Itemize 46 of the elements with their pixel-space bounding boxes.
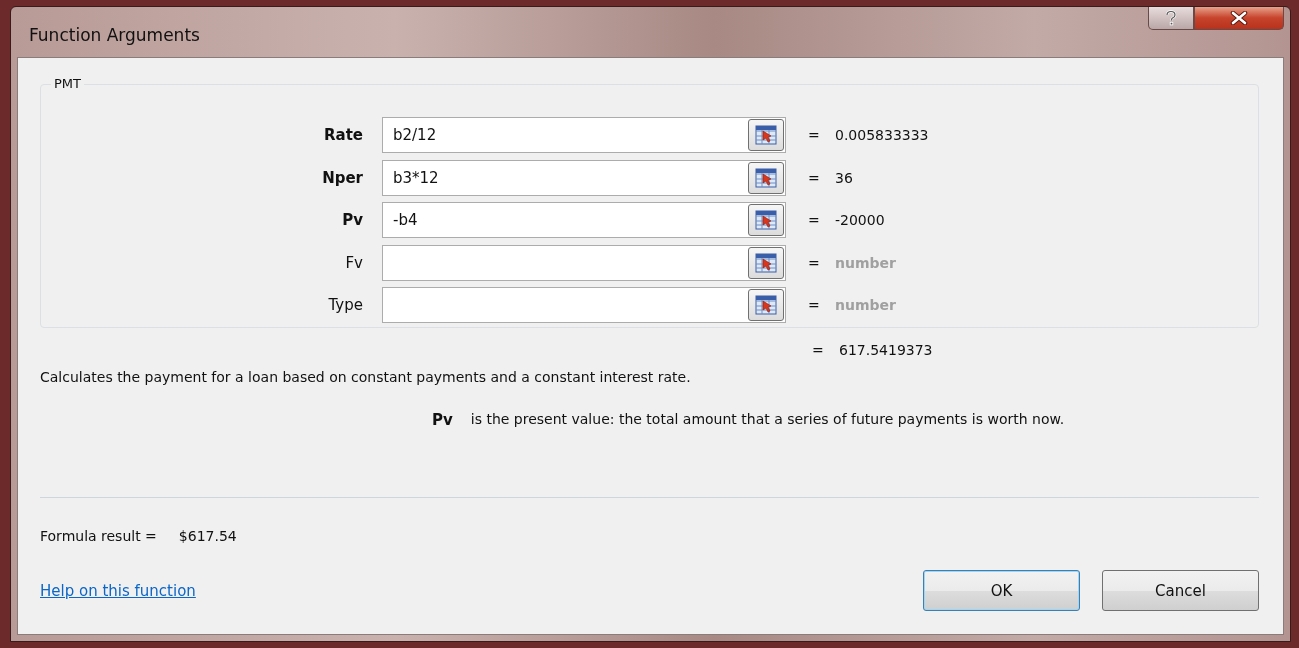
argument-name: Pv (432, 411, 453, 429)
argument-result: -20000 (835, 212, 885, 228)
collapse-button[interactable] (748, 246, 784, 279)
argument-field[interactable] (382, 244, 786, 281)
range-select-icon (755, 252, 777, 273)
help-link[interactable]: Help on this function (40, 581, 196, 600)
argument-field[interactable] (382, 287, 786, 323)
equals-sign: = (808, 297, 821, 313)
argument-label: Type (327, 296, 364, 314)
close-icon (1230, 11, 1248, 25)
help-icon (1164, 10, 1178, 26)
range-select-icon (755, 295, 777, 315)
argument-label: Pv (341, 211, 364, 229)
equals-sign: = (808, 212, 821, 228)
argument-field[interactable]: b2/12 (382, 117, 786, 153)
equals-sign: = (808, 254, 821, 271)
argument-result: number (835, 297, 896, 313)
formula-result-label: Formula result = (40, 528, 157, 544)
function-description: Calculates the payment for a loan based on constant payments and a constant interest rate. (40, 369, 692, 385)
argument-field[interactable]: -b4 (382, 202, 786, 238)
argument-label: Fv (344, 253, 364, 272)
argument-description: is the present value: the total amount that a series of future payments is worth now. (470, 411, 1065, 429)
collapse-button[interactable] (748, 119, 784, 151)
collapse-button[interactable] (748, 161, 784, 194)
argument-result: 0.005833333 (835, 127, 929, 143)
result-value: 617.5419373 (839, 342, 933, 360)
close-button[interactable] (1194, 7, 1284, 30)
group-title: PMT (51, 76, 84, 91)
help-button[interactable] (1148, 7, 1194, 30)
argument-field[interactable]: b3*12 (382, 159, 786, 196)
collapse-button[interactable] (748, 289, 784, 321)
equals-sign: = (808, 127, 821, 143)
range-select-icon (755, 167, 777, 188)
cancel-button[interactable]: Cancel (1102, 570, 1259, 611)
window-title: Function Arguments (29, 25, 200, 45)
argument-label: Nper (321, 168, 364, 187)
equals-sign: = (808, 169, 821, 186)
ok-button[interactable]: OK (923, 570, 1080, 611)
formula-result-value: $617.54 (178, 528, 237, 544)
range-select-icon (755, 210, 777, 230)
argument-result: 36 (835, 169, 853, 186)
equals-sign: = (812, 342, 825, 360)
range-select-icon (755, 125, 777, 145)
collapse-button[interactable] (748, 204, 784, 236)
argument-result: number (835, 254, 896, 271)
argument-label: Rate (322, 126, 364, 144)
